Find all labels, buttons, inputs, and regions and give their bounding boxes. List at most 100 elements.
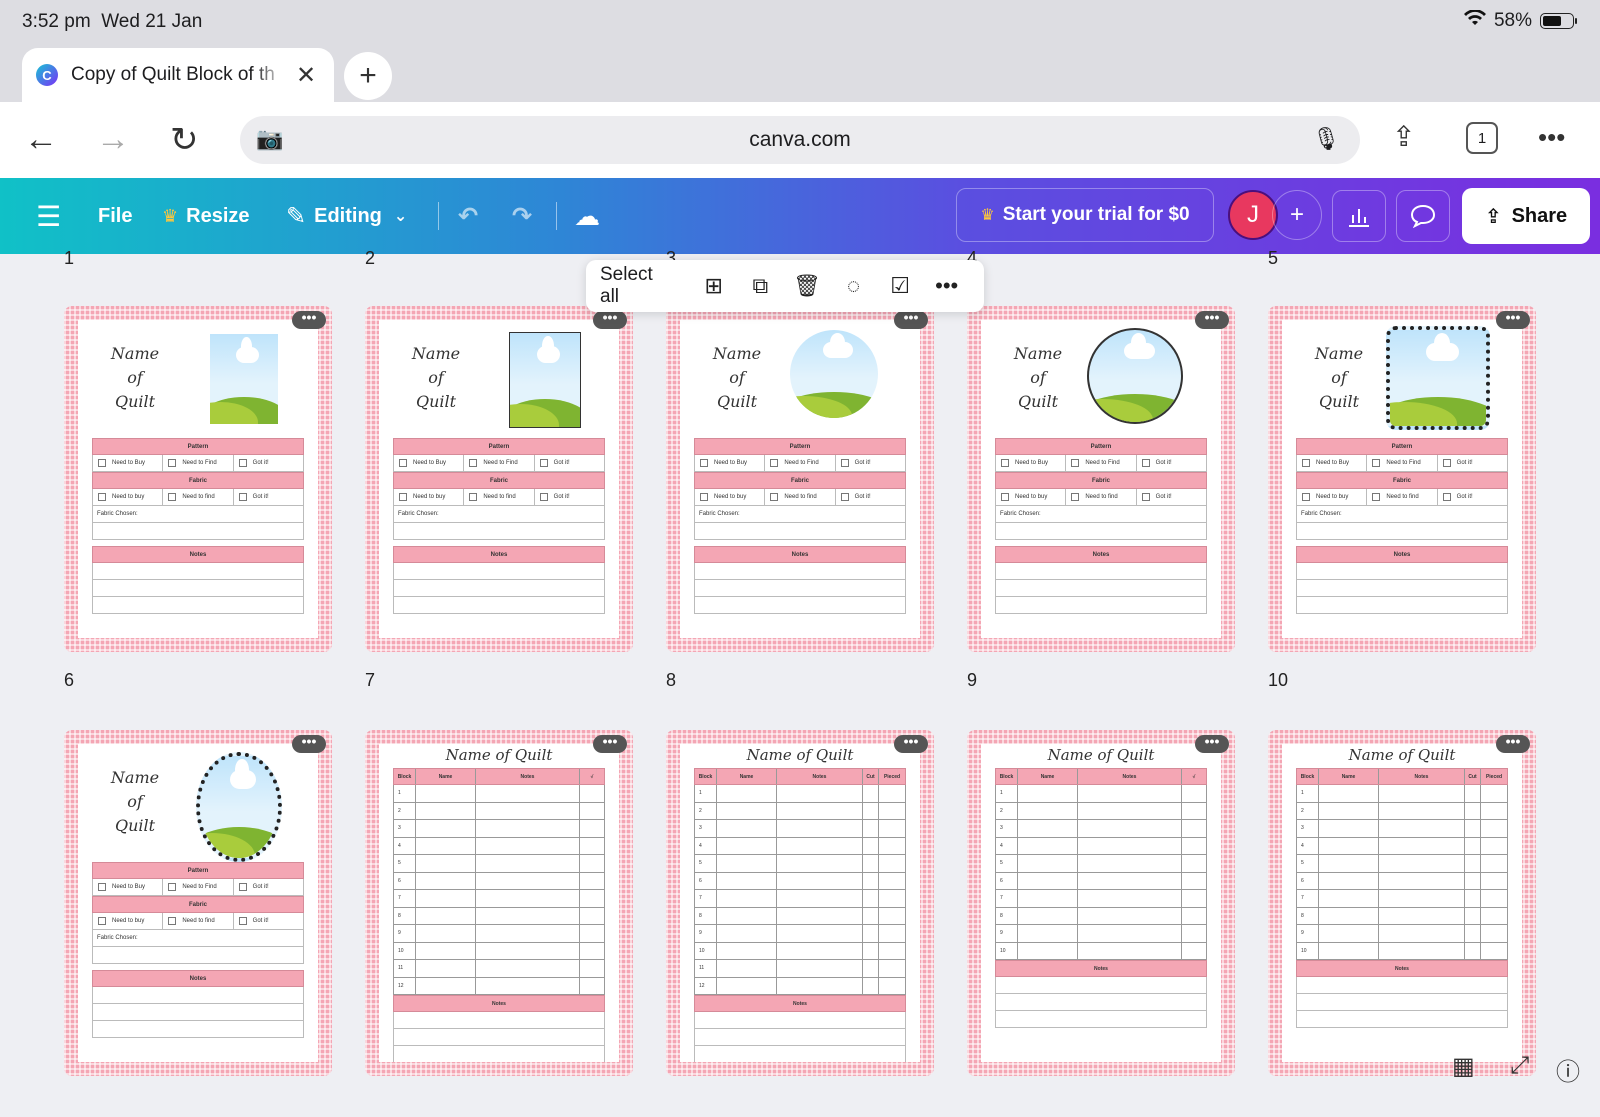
invite-plus-button[interactable]: +	[1272, 190, 1322, 240]
landscape-image[interactable]	[790, 330, 878, 418]
share-button[interactable]: ⇪ Share	[1462, 188, 1590, 244]
page-thumbnail[interactable]: ••• Name of Quilt Pattern Need to Buy Need to …	[64, 730, 332, 1076]
page-number: 9	[967, 670, 978, 690]
cover-title: Name of Quilt	[411, 344, 461, 411]
chevron-down-icon: ⌄	[393, 208, 408, 225]
landscape-image[interactable]	[196, 752, 282, 862]
page-thumbnail[interactable]: ••• Name of Quilt Block Name Notes Cut Pieced 1…	[666, 730, 934, 1076]
page-more-icon[interactable]: •••	[593, 734, 627, 753]
tab-strip: C Copy of Quilt Block of th ✕ +	[0, 44, 1600, 102]
page-canvas: Name of Quilt Pattern Need to Buy Need to Fin…	[981, 320, 1221, 638]
quilt-title: Name of Quilt	[445, 746, 553, 764]
crown-icon: ♛	[980, 207, 995, 224]
selection-context-menu: Select all ⊞ ⧉ 🗑 ◌ ☑ •••	[586, 260, 984, 312]
browser-tab[interactable]: C Copy of Quilt Block of th ✕	[22, 48, 334, 102]
url-text: canva.com	[749, 128, 851, 151]
planner-sheet: Pattern Need to Buy Need to Find Got it! Fab…	[92, 438, 304, 614]
page-thumbnail[interactable]: ••• Name of Quilt Block Name Notes √ 1 2 3 4 5 6 7 8 9…	[365, 730, 633, 1076]
landscape-image[interactable]	[1386, 326, 1490, 430]
editing-mode-button[interactable]: ✎ Editing ⌄	[286, 178, 407, 254]
planner-sheet: Pattern Need to Buy Need to Find Got it! Fab…	[995, 438, 1207, 614]
page-number: 8	[666, 670, 677, 690]
duplicate-page-icon[interactable]: ⧉	[737, 273, 784, 299]
page-more-icon[interactable]: •••	[1195, 734, 1229, 753]
new-tab-button[interactable]: +	[344, 52, 392, 100]
reload-icon[interactable]: ↻	[170, 120, 199, 160]
close-tab-icon[interactable]: ✕	[296, 61, 316, 90]
crown-icon: ♛	[162, 205, 179, 226]
planner-sheet: Pattern Need to Buy Need to Find Got it! Fab…	[1296, 438, 1508, 614]
landscape-image[interactable]	[210, 334, 278, 424]
microphone-icon[interactable]: 🎙	[1312, 126, 1340, 152]
address-bar-row: ← → ↻ 📷 canva.com 🎙 ⇪ 1 •••	[0, 102, 1600, 178]
comment-icon[interactable]	[1396, 190, 1450, 242]
select-all-button[interactable]: Select all	[600, 264, 676, 308]
cover-title: Name of Quilt	[712, 344, 762, 411]
block-table: Block Name Notes Cut Pieced 1 2 3 4 5 6 7 8 9 10 Notes	[1296, 768, 1508, 1028]
redo-icon[interactable]: ↷	[512, 178, 540, 254]
pencil-icon: ✎	[286, 202, 307, 230]
url-field[interactable]: 📷 canva.com 🎙	[240, 116, 1360, 164]
canva-favicon-icon: C	[36, 64, 58, 86]
page-thumbnail[interactable]: ••• Name of Quilt Pattern Need to Buy Need to …	[666, 306, 934, 652]
delete-icon[interactable]: 🗑	[784, 273, 831, 299]
insights-chart-icon[interactable]	[1332, 190, 1386, 242]
avatar[interactable]: J	[1228, 190, 1278, 240]
tab-title: Copy of Quilt Block of th	[71, 64, 275, 85]
hide-page-icon[interactable]: ◌	[830, 273, 877, 299]
cover-title: Name of Quilt	[1314, 344, 1364, 411]
page-more-icon[interactable]: •••	[1496, 734, 1530, 753]
menu-icon[interactable]: ☰	[36, 178, 69, 254]
page-more-icon[interactable]: •••	[593, 310, 627, 329]
page-more-icon[interactable]: •••	[894, 310, 928, 329]
battery-icon	[1540, 13, 1577, 29]
quilt-title: Name of Quilt	[1348, 746, 1456, 764]
planner-sheet: Pattern Need to Buy Need to Find Got it! Fab…	[393, 438, 605, 614]
block-table: Block Name Notes √ 1 2 3 4 5 6 7 8 9 10 11 12 Notes	[393, 768, 605, 1062]
grid-view-icon[interactable]: ▦	[1452, 1052, 1475, 1081]
tab-count-button[interactable]: 1	[1466, 122, 1498, 154]
page-canvas: Name of Quilt Block Name Notes Cut Pieced 1 2 3 4…	[1282, 744, 1522, 1062]
quilt-title: Name of Quilt	[746, 746, 854, 764]
forward-icon[interactable]: →	[96, 120, 130, 159]
page-thumbnail[interactable]: ••• Name of Quilt Pattern Need to Buy Need to …	[365, 306, 633, 652]
page-thumbnail[interactable]: ••• Name of Quilt Pattern Need to Buy Need to …	[967, 306, 1235, 652]
page-number: 5	[1268, 248, 1279, 268]
more-icon[interactable]: •••	[1538, 122, 1565, 153]
planner-sheet: Pattern Need to Buy Need to Find Got it! Fab…	[92, 862, 304, 1038]
check-copy-icon[interactable]: ☑	[877, 273, 924, 299]
page-thumbnail[interactable]: ••• Name of Quilt Pattern Need to Buy Need to …	[1268, 306, 1536, 652]
page-canvas: Name of Quilt Pattern Need to Buy Need to Fin…	[1282, 320, 1522, 638]
landscape-image[interactable]	[1087, 328, 1183, 424]
page-number: 6	[64, 670, 75, 690]
help-icon[interactable]: ⓘ	[1556, 1052, 1580, 1087]
page-more-icon[interactable]: •••	[1496, 310, 1530, 329]
page-more-icon[interactable]: •••	[1195, 310, 1229, 329]
start-trial-button[interactable]: ♛ Start your trial for $0	[956, 188, 1214, 242]
page-thumbnail[interactable]: ••• Name of Quilt Pattern Need to Buy Need to …	[64, 306, 332, 652]
undo-icon[interactable]: ↶	[458, 178, 486, 254]
page-more-icon[interactable]: •••	[292, 734, 326, 753]
fullscreen-icon[interactable]: ⤢	[1510, 1052, 1529, 1080]
file-menu-button[interactable]: File	[98, 178, 132, 254]
canva-toolbar: ☰ File ♛ Resize ✎ Editing ⌄ ↶ ↷ ☁ ♛ Start yo…	[0, 178, 1600, 254]
battery-percent: 58%	[1493, 10, 1532, 31]
page-more-icon[interactable]: •••	[292, 310, 326, 329]
cover-title: Name of Quilt	[110, 344, 160, 411]
more-options-icon[interactable]: •••	[923, 273, 970, 299]
cloud-saved-icon[interactable]: ☁	[574, 178, 608, 254]
cover-title: Name of Quilt	[110, 768, 160, 835]
status-bar: 3:52 pm Wed 21 Jan 58%	[0, 0, 1600, 44]
back-icon[interactable]: ←	[24, 120, 58, 159]
page-more-icon[interactable]: •••	[894, 734, 928, 753]
add-page-icon[interactable]: ⊞	[690, 273, 737, 299]
page-number: 2	[365, 248, 376, 268]
share-sheet-icon[interactable]: ⇪	[1392, 120, 1415, 153]
page-thumbnail[interactable]: ••• Name of Quilt Block Name Notes √ 1 2 3 4 5 6 7 8 9…	[967, 730, 1235, 1076]
page-thumbnail[interactable]: ••• Name of Quilt Block Name Notes Cut Pieced 1…	[1268, 730, 1536, 1076]
page-canvas: Name of Quilt Block Name Notes √ 1 2 3 4 5 6 7 8 9 10 N…	[981, 744, 1221, 1062]
landscape-image[interactable]	[509, 332, 581, 428]
cover-title: Name of Quilt	[1013, 344, 1063, 411]
page-number: 1	[64, 248, 75, 268]
resize-button[interactable]: ♛ Resize	[162, 178, 250, 254]
